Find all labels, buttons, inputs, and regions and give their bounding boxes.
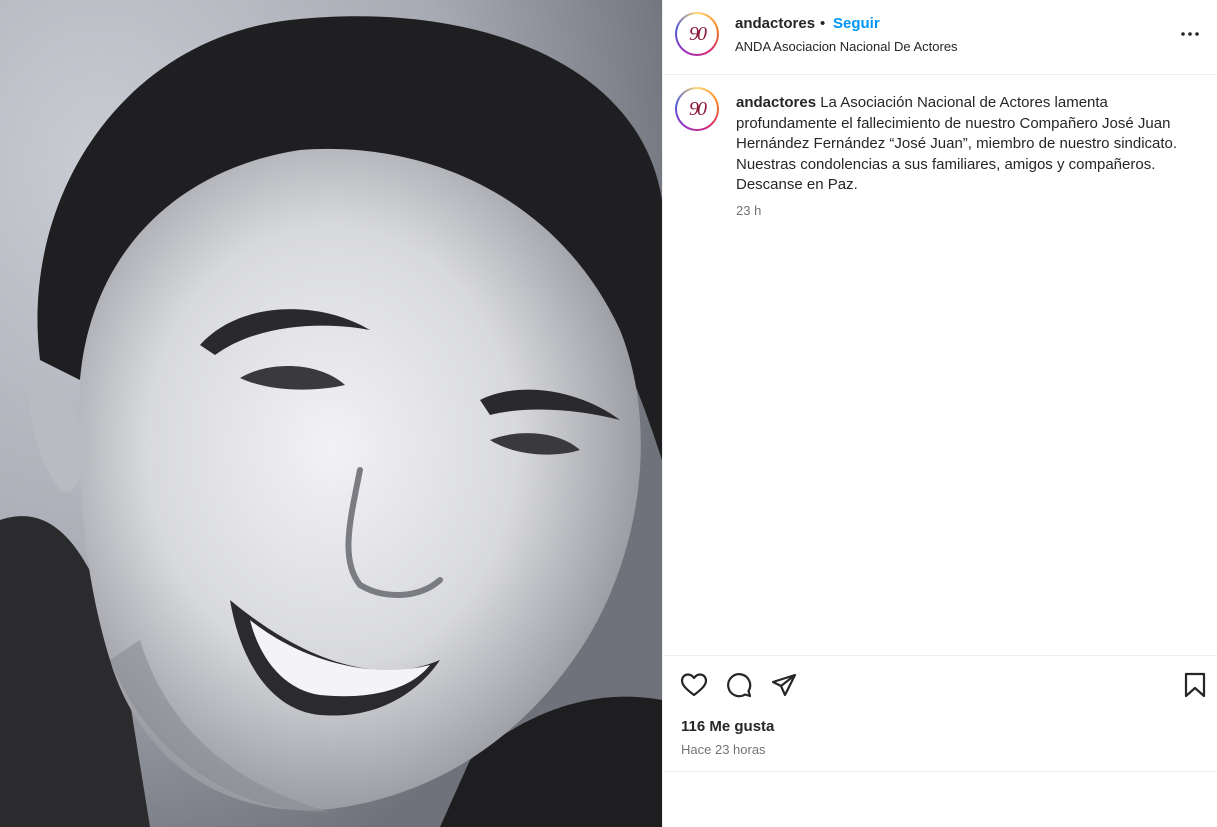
post-details-panel: 90 andactores • Seguir ANDA Asociacion N… [662,0,1217,827]
bookmark-icon[interactable] [1181,671,1209,699]
follow-button[interactable]: Seguir [833,15,880,32]
caption-section: 90 andactores La Asociación Nacional de … [663,75,1217,655]
caption-timestamp[interactable]: 23 h [736,203,761,218]
profile-subtitle[interactable]: ANDA Asociacion Nacional De Actores [735,39,958,54]
caption-avatar[interactable]: 90 [675,87,719,131]
posted-time[interactable]: Hace 23 horas [681,742,766,757]
caption-username[interactable]: andactores [736,94,816,111]
caption-avatar-logo: 90 [677,89,717,129]
post-header: 90 andactores • Seguir ANDA Asociacion N… [663,0,1217,75]
avatar-logo: 90 [677,14,717,54]
portrait-image [0,0,662,827]
share-icon[interactable] [770,671,798,699]
separator-dot: • [820,15,826,32]
post-actions: 116 Me gusta Hace 23 horas [663,655,1217,772]
heart-icon[interactable] [680,671,708,699]
likes-count[interactable]: 116 Me gusta [681,718,774,735]
post-photo[interactable] [0,0,662,827]
comment-icon[interactable] [725,671,753,699]
username-link[interactable]: andactores [735,15,815,32]
more-options-icon[interactable] [1178,22,1202,46]
caption-avatar-logo-text: 90 [689,97,707,120]
profile-avatar[interactable]: 90 [675,12,719,56]
caption-text-block: andactores La Asociación Nacional de Act… [736,93,1198,196]
avatar-logo-text: 90 [689,22,707,45]
